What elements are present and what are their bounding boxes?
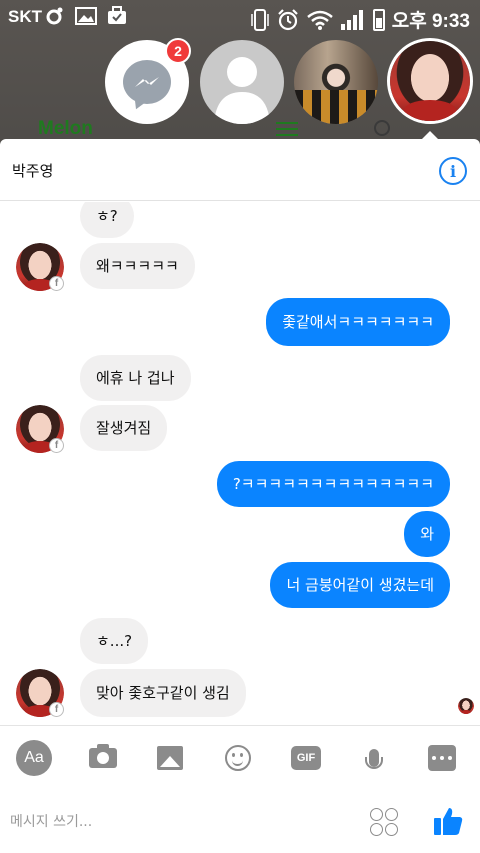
photo-chat-head[interactable] bbox=[294, 40, 378, 124]
camera-icon[interactable] bbox=[88, 740, 118, 776]
seen-photo bbox=[458, 698, 474, 714]
messenger-icon bbox=[123, 60, 171, 104]
gif-icon[interactable]: GIF bbox=[291, 746, 321, 770]
carrier-label: SKT bbox=[8, 7, 42, 26]
messenger-chat-head[interactable]: 2 bbox=[105, 38, 191, 124]
image-icon[interactable] bbox=[157, 740, 183, 776]
menu-icon bbox=[276, 122, 298, 136]
like-thumb-icon[interactable] bbox=[432, 805, 464, 837]
chat-panel: 박주영 i ㅎ? 왜ㅋㅋㅋㅋㅋ f 좇같애서ㅋㅋㅋㅋㅋㅋㅋ 에휴 나 겁나 잘생… bbox=[0, 139, 480, 853]
wifi-icon bbox=[306, 10, 333, 30]
stickers-icon[interactable] bbox=[370, 808, 400, 838]
chat-header: 박주영 i bbox=[0, 139, 480, 201]
incoming-message[interactable]: ㅎ...? bbox=[80, 618, 149, 664]
aa-icon[interactable]: Aa bbox=[16, 740, 52, 776]
facebook-icon: f bbox=[49, 276, 64, 291]
gallery-icon bbox=[75, 7, 97, 25]
alarm-icon bbox=[277, 8, 298, 30]
more-icon[interactable] bbox=[428, 745, 456, 771]
messenger-bolt-icon bbox=[135, 77, 159, 87]
microphone-icon-shape bbox=[365, 749, 383, 769]
clock: 오후 9:33 bbox=[391, 11, 470, 32]
image-icon-shape bbox=[157, 746, 183, 770]
signal-icon bbox=[340, 9, 363, 30]
incoming-message[interactable]: 맞아 좇호구같이 생김 bbox=[80, 669, 246, 717]
seen-indicator-avatar bbox=[458, 698, 474, 714]
contact-photo bbox=[390, 41, 470, 121]
outgoing-message[interactable]: 와 bbox=[404, 511, 450, 557]
incoming-message[interactable]: 왜ㅋㅋㅋㅋㅋ bbox=[80, 243, 195, 289]
contact-name[interactable]: 박주영 bbox=[12, 160, 53, 181]
default-avatar-icon bbox=[214, 57, 270, 124]
blank-profile-chat-head[interactable] bbox=[200, 40, 284, 124]
briefcase-icon bbox=[108, 6, 126, 24]
message-composer bbox=[0, 791, 480, 853]
status-bar: SKT 오후 9:33 bbox=[0, 0, 480, 34]
vibrate-icon bbox=[250, 8, 269, 31]
message-input[interactable] bbox=[10, 807, 340, 837]
active-contact-chat-head[interactable] bbox=[387, 38, 473, 124]
outgoing-message[interactable]: 너 금붕어같이 생겼는데 bbox=[270, 562, 450, 608]
microphone-icon[interactable] bbox=[364, 740, 384, 776]
circle-app-icon bbox=[46, 7, 63, 25]
facebook-icon: f bbox=[49, 702, 64, 717]
app-logo: Melon bbox=[38, 118, 93, 139]
incoming-message[interactable]: ㅎ? bbox=[80, 202, 134, 238]
camera-icon-shape bbox=[89, 744, 117, 768]
emoji-icon-shape bbox=[225, 745, 251, 771]
outgoing-message[interactable]: 좇같애서ㅋㅋㅋㅋㅋㅋㅋ bbox=[266, 298, 450, 346]
more-dots bbox=[432, 756, 452, 760]
incoming-message[interactable]: 에휴 나 겁나 bbox=[80, 355, 191, 401]
battery-icon bbox=[372, 8, 385, 31]
outgoing-message[interactable]: ?ㅋㅋㅋㅋㅋㅋㅋㅋㅋㅋㅋㅋㅋㅋ bbox=[216, 461, 450, 507]
composer-toolbar: Aa GIF bbox=[0, 725, 480, 791]
info-icon[interactable]: i bbox=[439, 157, 467, 185]
emoji-icon[interactable] bbox=[224, 740, 252, 776]
incoming-message[interactable]: 잘생겨짐 bbox=[80, 405, 168, 451]
message-list[interactable]: ㅎ? 왜ㅋㅋㅋㅋㅋ f 좇같애서ㅋㅋㅋㅋㅋㅋㅋ 에휴 나 겁나 잘생겨짐 f ?… bbox=[0, 202, 480, 720]
unread-badge: 2 bbox=[165, 38, 191, 64]
facebook-icon: f bbox=[49, 438, 64, 453]
